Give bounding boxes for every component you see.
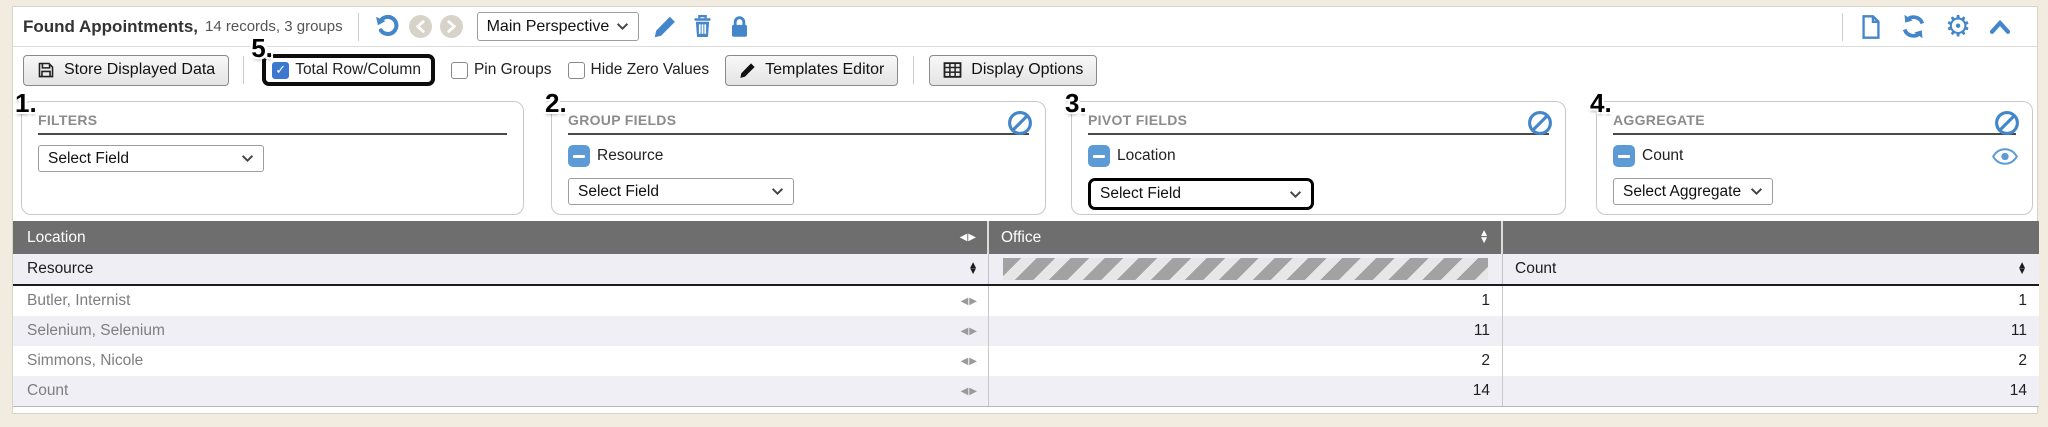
sort-icon[interactable]: ▲▼ <box>1479 231 1489 243</box>
filters-panel-title: FILTERS <box>38 112 507 135</box>
title-bar: Found Appointments, 14 records, 3 groups… <box>13 7 2037 47</box>
column-header-count[interactable]: Count ▲▼ <box>1503 254 2039 284</box>
new-document-icon[interactable] <box>1860 14 1882 40</box>
field-chip: Location <box>1088 145 1549 167</box>
field-chip-label: Location <box>1117 147 1176 165</box>
table-row: Selenium, Selenium ◀▶ 11 11 <box>13 316 2039 346</box>
divider <box>913 56 914 84</box>
pivot-fields-panel-title: PIVOT FIELDS <box>1088 112 1549 135</box>
undo-icon[interactable] <box>374 13 401 40</box>
remove-field-icon[interactable] <box>1088 145 1110 167</box>
trash-icon[interactable] <box>691 14 714 39</box>
toolbar: Store Displayed Data 5. ✓ Total Row/Colu… <box>13 47 2037 93</box>
clear-icon[interactable] <box>1007 110 1033 136</box>
row-label: Selenium, Selenium <box>27 322 165 340</box>
divider <box>358 13 359 41</box>
pencil-icon <box>739 62 756 79</box>
count-value: 11 <box>1503 316 2039 346</box>
divider <box>1842 13 1843 41</box>
aggregate-panel: 4. AGGREGATE Count Select Aggregate <box>1596 101 2033 215</box>
annotation-4: 4. <box>1590 90 1612 116</box>
eye-icon[interactable] <box>1992 148 2018 165</box>
perspective-select[interactable]: Main Perspective <box>477 12 639 41</box>
field-panels: 1. FILTERS Select Field 2. GROUP FIELDS … <box>13 97 2037 221</box>
app-window: Found Appointments, 14 records, 3 groups… <box>12 6 2038 414</box>
edit-pencil-icon[interactable] <box>653 15 677 39</box>
save-icon <box>37 61 55 79</box>
table-row: Butler, Internist ◀▶ 1 1 <box>13 286 2039 316</box>
office-value: 11 <box>989 316 1503 346</box>
annotation-2: 2. <box>545 90 567 116</box>
pivot-table: Location ◀▶ Office ▲▼ Resource ▲▼ Count … <box>13 221 2039 407</box>
move-icon[interactable]: ◀▶ <box>961 356 978 367</box>
total-row-column-highlight: 5. ✓ Total Row/Column <box>262 54 435 86</box>
filters-select-field[interactable]: Select Field <box>38 145 264 172</box>
column-header-empty <box>1503 221 2039 254</box>
move-icon[interactable]: ◀▶ <box>961 296 978 307</box>
collapse-icon[interactable] <box>1989 19 2011 35</box>
column-header-office[interactable]: Office ▲▼ <box>989 221 1503 254</box>
record-count: 14 records, 3 groups <box>205 18 343 35</box>
row-label: Count <box>27 382 68 400</box>
display-options-button[interactable]: Display Options <box>929 55 1097 86</box>
move-icon[interactable]: ◀▶ <box>960 232 977 243</box>
checkbox-unchecked-icon[interactable] <box>451 62 468 79</box>
templates-editor-button[interactable]: Templates Editor <box>725 55 898 86</box>
checkbox-unchecked-icon[interactable] <box>568 62 585 79</box>
field-chip-label: Count <box>1642 147 1683 165</box>
store-displayed-data-button[interactable]: Store Displayed Data <box>23 55 229 86</box>
remove-field-icon[interactable] <box>568 145 590 167</box>
field-chip: Resource <box>568 145 1029 167</box>
aggregate-panel-title: AGGREGATE <box>1613 112 2016 135</box>
move-icon[interactable]: ◀▶ <box>961 386 978 397</box>
page-title: Found Appointments, <box>23 17 198 37</box>
perspective-value: Main Perspective <box>487 18 610 36</box>
prev-icon[interactable] <box>409 15 432 38</box>
move-icon[interactable]: ◀▶ <box>961 326 978 337</box>
row-label: Simmons, Nicole <box>27 352 143 370</box>
next-icon[interactable] <box>440 15 463 38</box>
clear-icon[interactable] <box>1994 110 2020 136</box>
office-value: 2 <box>989 346 1503 376</box>
hatch-pattern <box>1003 258 1488 280</box>
sort-icon[interactable]: ▲▼ <box>2017 263 2027 275</box>
lock-icon[interactable] <box>728 14 751 39</box>
grid-icon <box>943 62 962 78</box>
filters-panel: 1. FILTERS Select Field <box>21 101 524 215</box>
gear-icon[interactable]: ⚙ <box>1945 12 1971 41</box>
annotation-3: 3. <box>1065 90 1087 116</box>
sort-icon[interactable]: ▲▼ <box>968 263 978 275</box>
total-row-column-checkbox[interactable]: ✓ Total Row/Column <box>272 61 421 79</box>
table-row: Simmons, Nicole ◀▶ 2 2 <box>13 346 2039 376</box>
hide-zero-values-checkbox[interactable]: Hide Zero Values <box>568 61 710 79</box>
checkbox-checked-icon[interactable]: ✓ <box>272 62 289 79</box>
table-row-total: Count ◀▶ 14 14 <box>13 376 2039 406</box>
group-fields-panel: 2. GROUP FIELDS Resource Select Field <box>551 101 1046 215</box>
field-chip: Count <box>1613 145 2016 167</box>
field-chip-label: Resource <box>597 147 663 165</box>
office-value: 1 <box>989 286 1503 316</box>
remove-field-icon[interactable] <box>1613 145 1635 167</box>
refresh-icon[interactable] <box>1900 13 1927 40</box>
annotation-1: 1. <box>15 90 37 116</box>
count-value: 2 <box>1503 346 2039 376</box>
row-label: Butler, Internist <box>27 292 130 310</box>
column-header-location[interactable]: Location ◀▶ <box>13 221 989 254</box>
clear-icon[interactable] <box>1527 110 1553 136</box>
pivot-fields-panel: 3. PIVOT FIELDS Location Select Field <box>1071 101 1566 215</box>
divider <box>243 56 244 84</box>
pin-groups-checkbox[interactable]: Pin Groups <box>451 61 552 79</box>
group-fields-select-field[interactable]: Select Field <box>568 178 794 205</box>
annotation-5: 5. <box>251 35 273 61</box>
row-header-resource[interactable]: Resource ▲▼ <box>13 254 989 284</box>
aggregate-select[interactable]: Select Aggregate <box>1613 178 1773 205</box>
office-value: 14 <box>989 376 1503 406</box>
count-value: 14 <box>1503 376 2039 406</box>
count-value: 1 <box>1503 286 2039 316</box>
pivot-header-row: Location ◀▶ Office ▲▼ <box>13 221 2039 254</box>
hatched-cell <box>989 254 1503 284</box>
group-fields-panel-title: GROUP FIELDS <box>568 112 1029 135</box>
pivot-fields-select-field[interactable]: Select Field <box>1088 178 1314 210</box>
sub-header-row: Resource ▲▼ Count ▲▼ <box>13 254 2039 286</box>
